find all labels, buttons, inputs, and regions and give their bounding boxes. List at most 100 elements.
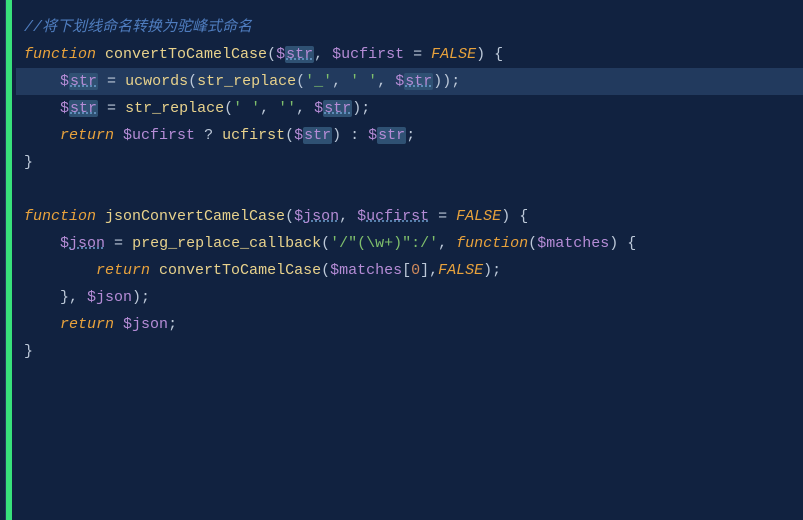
- token-str: '_': [305, 73, 332, 90]
- token-kw-const: FALSE: [431, 46, 476, 63]
- token-punc: (: [267, 46, 276, 63]
- token-fname: preg_replace_callback: [132, 235, 321, 252]
- token-punc: );: [483, 262, 501, 279]
- token-punc: [150, 262, 159, 279]
- token-punc: (: [285, 127, 294, 144]
- token-punc: (: [321, 262, 330, 279]
- token-var: ucfirst: [366, 208, 429, 225]
- token-var: $: [357, 208, 366, 225]
- token-kw-ret: return: [60, 316, 114, 333]
- token-punc: [: [402, 262, 411, 279]
- token-kw-func: function: [456, 235, 528, 252]
- token-punc: [24, 316, 60, 333]
- token-punc: ?: [195, 127, 222, 144]
- token-punc: ,: [260, 100, 278, 117]
- code-editor[interactable]: //将下划线命名转换为驼峰式命名 function convertToCamelC…: [0, 0, 803, 520]
- code-area[interactable]: //将下划线命名转换为驼峰式命名 function convertToCamelC…: [16, 0, 803, 520]
- token-punc: (: [296, 73, 305, 90]
- token-punc: =: [105, 235, 132, 252]
- token-var: json: [69, 235, 105, 252]
- code-line[interactable]: $json = preg_replace_callback('/"(\w+)":…: [16, 230, 803, 257]
- token-punc: [96, 46, 105, 63]
- token-var-hl: str: [303, 127, 332, 144]
- token-punc: [24, 235, 60, 252]
- token-punc: ,: [332, 73, 350, 90]
- token-kw-const: FALSE: [456, 208, 501, 225]
- token-fname: jsonConvertCamelCase: [105, 208, 285, 225]
- code-line[interactable]: $str = ucwords(str_replace('_', ' ', $st…: [16, 68, 803, 95]
- token-punc: ,: [314, 46, 332, 63]
- token-num: 0: [411, 262, 420, 279]
- vcs-change-bar: [6, 0, 12, 520]
- token-var: $: [294, 127, 303, 144]
- token-punc: },: [24, 289, 87, 306]
- token-var: json: [303, 208, 339, 225]
- token-str: ' ': [350, 73, 377, 90]
- code-line[interactable]: }, $json);: [16, 284, 803, 311]
- code-line[interactable]: function jsonConvertCamelCase($json, $uc…: [16, 203, 803, 230]
- token-punc: [24, 100, 60, 117]
- token-punc: [24, 73, 60, 90]
- token-var: $matches: [330, 262, 402, 279]
- token-punc: =: [429, 208, 456, 225]
- token-comment: //将下划线命名转换为驼峰式命名: [24, 19, 252, 36]
- token-fname: ucwords: [125, 73, 188, 90]
- token-var: $: [60, 235, 69, 252]
- token-var: $: [395, 73, 404, 90]
- token-var: $: [294, 208, 303, 225]
- token-punc: =: [98, 100, 125, 117]
- token-punc: (: [188, 73, 197, 90]
- token-punc: =: [98, 73, 125, 90]
- code-line[interactable]: return convertToCamelCase($matches[0],FA…: [16, 257, 803, 284]
- code-line[interactable]: [16, 392, 803, 419]
- token-str: '/"(\w+)":/': [330, 235, 438, 252]
- token-fname: str_replace: [125, 100, 224, 117]
- token-var: $matches: [537, 235, 609, 252]
- token-punc: [96, 208, 105, 225]
- code-line[interactable]: $str = str_replace(' ', '', $str);: [16, 95, 803, 122]
- token-fname: convertToCamelCase: [105, 46, 267, 63]
- token-punc: ,: [377, 73, 395, 90]
- token-var-hl: str: [377, 127, 406, 144]
- code-line[interactable]: function convertToCamelCase($str, $ucfir…: [16, 41, 803, 68]
- code-line[interactable]: }: [16, 338, 803, 365]
- token-punc: ,: [438, 235, 456, 252]
- code-line[interactable]: return $ucfirst ? ucfirst($str) : $str;: [16, 122, 803, 149]
- token-punc: ,: [296, 100, 314, 117]
- token-var-hl: str: [323, 100, 352, 117]
- token-var-hl: str: [285, 46, 314, 63]
- token-var: $ucfirst: [332, 46, 404, 63]
- token-punc: [114, 127, 123, 144]
- token-punc: );: [352, 100, 370, 117]
- code-line[interactable]: [16, 365, 803, 392]
- token-punc: ],: [420, 262, 438, 279]
- token-str: ' ': [233, 100, 260, 117]
- token-kw-ret: return: [96, 262, 150, 279]
- token-fname: ucfirst: [222, 127, 285, 144]
- token-punc: (: [321, 235, 330, 252]
- token-punc: ));: [433, 73, 460, 90]
- token-var: $ucfirst: [123, 127, 195, 144]
- token-brace: }: [24, 343, 33, 360]
- token-var: $: [314, 100, 323, 117]
- token-punc: ) {: [476, 46, 503, 63]
- token-punc: ,: [339, 208, 357, 225]
- token-kw-ret: return: [60, 127, 114, 144]
- token-punc: );: [132, 289, 150, 306]
- token-var-hl: str: [69, 100, 98, 117]
- token-kw-const: FALSE: [438, 262, 483, 279]
- token-punc: =: [404, 46, 431, 63]
- code-line[interactable]: }: [16, 149, 803, 176]
- token-var: $: [276, 46, 285, 63]
- code-line[interactable]: //将下划线命名转换为驼峰式命名: [16, 14, 803, 41]
- code-line[interactable]: return $json;: [16, 311, 803, 338]
- token-var: $json: [87, 289, 132, 306]
- token-punc: [24, 127, 60, 144]
- token-punc: (: [285, 208, 294, 225]
- code-line[interactable]: [16, 176, 803, 203]
- token-brace: }: [24, 154, 33, 171]
- token-punc: ;: [406, 127, 415, 144]
- token-kw-func: function: [24, 46, 96, 63]
- token-punc: ) :: [332, 127, 368, 144]
- token-var: $json: [123, 316, 168, 333]
